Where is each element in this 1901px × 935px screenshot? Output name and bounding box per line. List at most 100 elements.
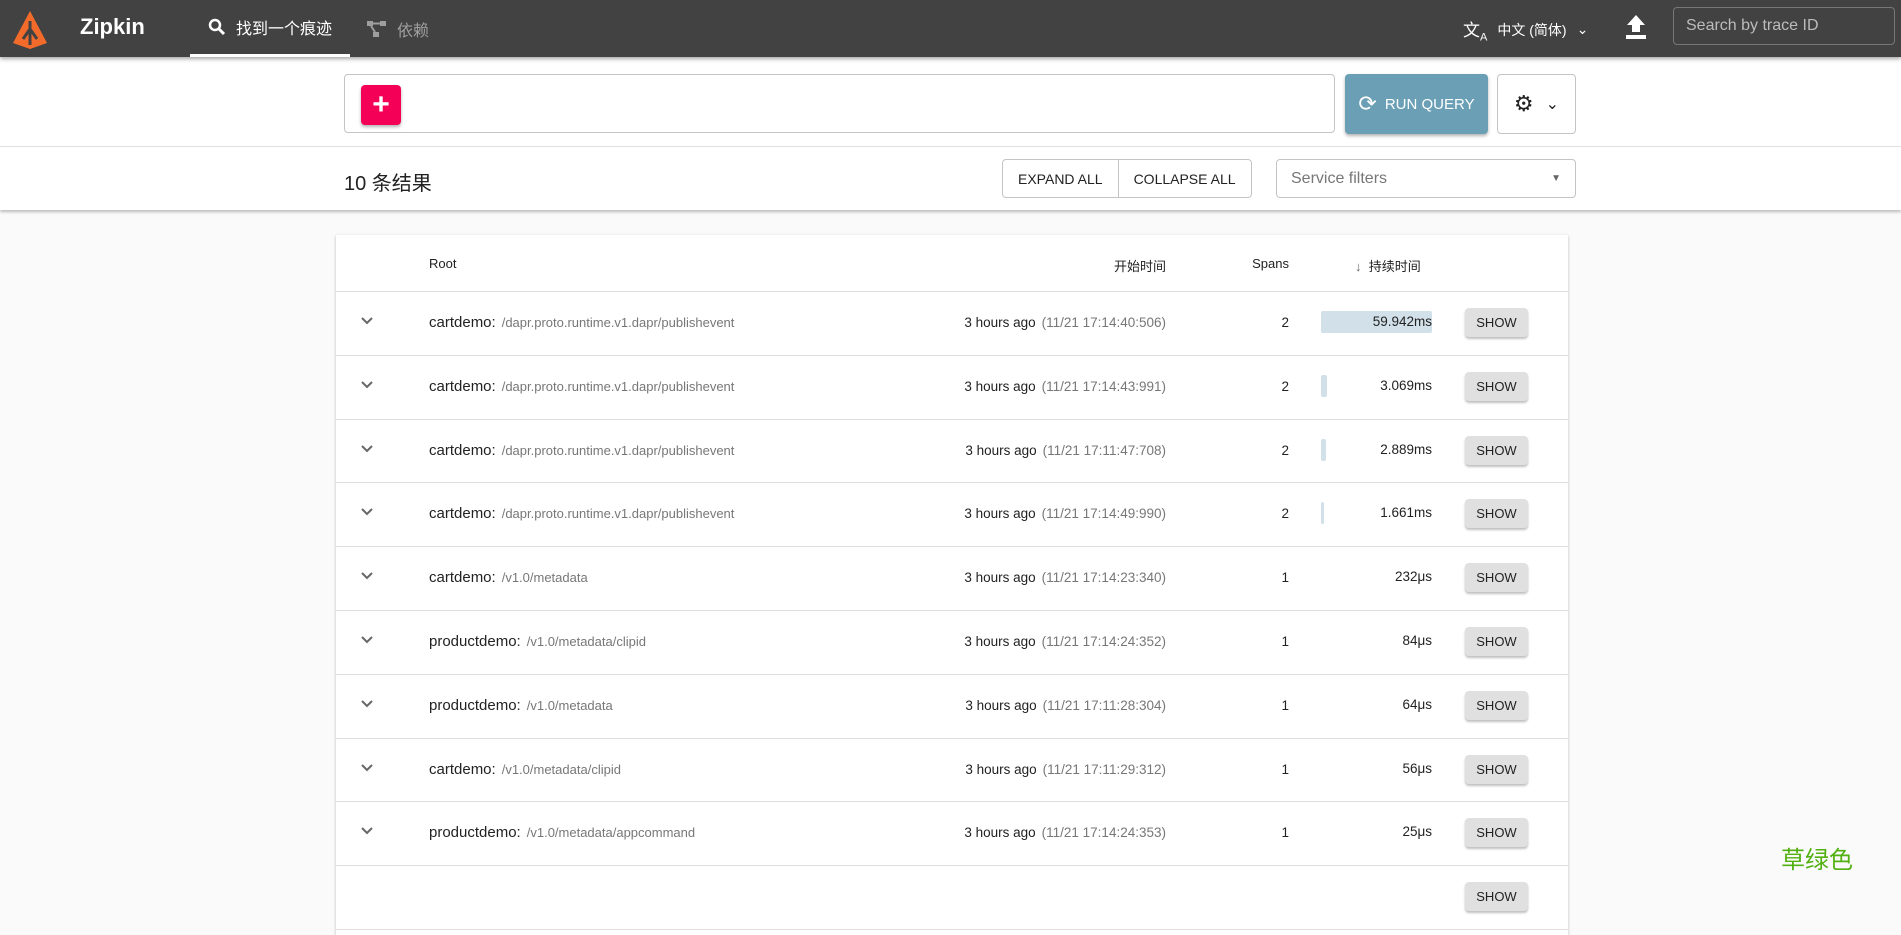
overlay-text: 草绿色: [1781, 847, 1853, 874]
table-row[interactable]: productdemo: /v1.0/metadata/appcommand 3 …: [336, 802, 1568, 867]
tab-find-trace[interactable]: 找到一个痕迹: [190, 0, 350, 57]
query-criteria-input[interactable]: +: [344, 74, 1335, 133]
show-button[interactable]: SHOW: [1465, 818, 1528, 848]
timestamp: (11/21 17:14:40:506): [1041, 315, 1166, 330]
duration-bar: [1321, 438, 1327, 461]
show-button[interactable]: SHOW: [1465, 626, 1528, 656]
table-row[interactable]: SHOW: [336, 866, 1568, 930]
span-count: 2: [1281, 442, 1289, 458]
start-time: 3 hours ago (11/21 17:14:40:506): [964, 315, 1166, 330]
brand-name[interactable]: Zipkin: [80, 14, 145, 40]
duration-value: 56μs: [1402, 760, 1432, 776]
timestamp: (11/21 17:11:47:708): [1042, 442, 1166, 458]
run-query-button[interactable]: ⟳ RUN QUERY: [1345, 74, 1488, 134]
duration-cell: 232μs: [1321, 566, 1432, 588]
duration-value: 59.942ms: [1372, 314, 1432, 329]
span-path: /v1.0/metadata: [501, 570, 588, 586]
root-span: cartdemo: /dapr.proto.runtime.v1.dapr/pub…: [429, 378, 734, 395]
trace-id-search-input[interactable]: [1673, 7, 1895, 45]
expand-chevron-icon[interactable]: [360, 824, 374, 838]
root-span: cartdemo: /dapr.proto.runtime.v1.dapr/pub…: [429, 314, 734, 331]
language-label: 中文 (简体): [1497, 21, 1567, 38]
show-button[interactable]: SHOW: [1465, 435, 1528, 465]
span-path: /v1.0/metadata/clipid: [526, 633, 646, 649]
duration-cell: 64μs: [1321, 694, 1432, 716]
tab-dependencies[interactable]: 依赖: [367, 0, 429, 57]
table-row[interactable]: productdemo: /v1.0/metadata/clipid 3 hour…: [336, 611, 1568, 675]
language-selector[interactable]: 文A 中文 (简体) ⌄: [1463, 16, 1588, 43]
table-row[interactable]: cartdemo: /v1.0/metadata 3 hours ago (11/2…: [336, 547, 1568, 611]
expand-chevron-icon[interactable]: [360, 314, 374, 328]
span-count: 1: [1281, 825, 1289, 841]
show-button[interactable]: SHOW: [1465, 754, 1528, 784]
settings-button[interactable]: ⚙ ⌄: [1497, 74, 1576, 134]
zipkin-logo-icon[interactable]: [10, 9, 50, 49]
span-count: 1: [1281, 761, 1289, 777]
service-name: productdemo:: [429, 632, 521, 650]
show-button[interactable]: SHOW: [1465, 690, 1528, 720]
expand-chevron-icon[interactable]: [360, 378, 374, 392]
service-name: productdemo:: [429, 824, 521, 842]
timestamp: (11/21 17:14:43:991): [1041, 378, 1166, 394]
gear-icon: ⚙: [1513, 91, 1534, 116]
duration-cell: 2.889ms: [1321, 438, 1432, 461]
duration-value: 232μs: [1394, 569, 1432, 585]
divider: [0, 146, 1901, 147]
table-row[interactable]: cartdemo: /dapr.proto.runtime.v1.dapr/pub…: [336, 356, 1568, 420]
root-span: productdemo: /v1.0/metadata/appcommand: [429, 824, 695, 841]
relative-time: 3 hours ago: [964, 570, 1036, 586]
span-count: 1: [1281, 570, 1289, 586]
expand-chevron-icon[interactable]: [360, 569, 374, 583]
span-path: /v1.0/metadata/appcommand: [526, 825, 696, 841]
show-button[interactable]: SHOW: [1465, 371, 1528, 401]
root-span: cartdemo: /dapr.proto.runtime.v1.dapr/pub…: [429, 442, 734, 459]
duration-bar: [1321, 502, 1325, 525]
show-button[interactable]: SHOW: [1465, 882, 1528, 912]
timestamp: (11/21 17:11:28:304): [1042, 697, 1166, 713]
service-name: cartdemo:: [429, 760, 496, 778]
refresh-icon: ⟳: [1358, 91, 1377, 116]
tab-label: 找到一个痕迹: [235, 21, 332, 38]
relative-time: 3 hours ago: [964, 825, 1036, 841]
table-row[interactable]: cartdemo: /dapr.proto.runtime.v1.dapr/pub…: [336, 483, 1568, 548]
timestamp: (11/21 17:11:29:312): [1042, 761, 1166, 777]
duration-value: 84μs: [1402, 632, 1432, 648]
column-start-time[interactable]: 开始时间: [1114, 256, 1166, 275]
column-spans[interactable]: Spans: [1252, 256, 1289, 271]
column-root[interactable]: Root: [429, 256, 456, 271]
column-duration[interactable]: ↓ 持续时间: [1355, 256, 1421, 275]
expand-chevron-icon[interactable]: [360, 442, 374, 456]
service-name: cartdemo:: [429, 569, 496, 587]
duration-value: 3.069ms: [1380, 377, 1432, 393]
service-filters-placeholder: Service filters: [1291, 169, 1388, 187]
table-row[interactable]: cartdemo: /dapr.proto.runtime.v1.dapr/pub…: [336, 292, 1568, 356]
expand-chevron-icon[interactable]: [360, 505, 374, 519]
show-button[interactable]: SHOW: [1465, 563, 1528, 593]
collapse-all-button[interactable]: COLLAPSE ALL: [1117, 160, 1251, 197]
table-row[interactable]: cartdemo: /v1.0/metadata/clipid 3 hours a…: [336, 739, 1568, 803]
search-icon: [208, 18, 226, 36]
relative-time: 3 hours ago: [964, 506, 1036, 522]
span-count: 2: [1281, 315, 1289, 330]
timestamp: (11/21 17:14:24:353): [1041, 825, 1166, 841]
span-count: 2: [1281, 506, 1289, 522]
add-criteria-button[interactable]: +: [361, 85, 401, 125]
show-button[interactable]: SHOW: [1465, 499, 1528, 529]
timestamp: (11/21 17:14:23:340): [1041, 570, 1166, 586]
service-filters-select[interactable]: Service filters ▼: [1276, 159, 1576, 198]
duration-value: 1.661ms: [1380, 505, 1432, 521]
expand-chevron-icon[interactable]: [360, 633, 374, 647]
show-button[interactable]: SHOW: [1465, 308, 1528, 337]
table-row[interactable]: productdemo: /v1.0/metadata 3 hours ago (1…: [336, 675, 1568, 739]
root-span: cartdemo: /v1.0/metadata/clipid: [429, 761, 621, 778]
table-row[interactable]: cartdemo: /dapr.proto.runtime.v1.dapr/pub…: [336, 420, 1568, 484]
duration-bar: [1321, 374, 1327, 397]
expand-all-button[interactable]: EXPAND ALL: [1003, 160, 1118, 197]
relative-time: 3 hours ago: [964, 633, 1036, 649]
expand-chevron-icon[interactable]: [360, 761, 374, 775]
upload-icon[interactable]: [1625, 14, 1647, 40]
expand-chevron-icon[interactable]: [360, 697, 374, 711]
root-span: productdemo: /v1.0/metadata: [429, 697, 613, 714]
span-path: /dapr.proto.runtime.v1.dapr/publishevent: [501, 442, 735, 458]
root-span: productdemo: /v1.0/metadata/clipid: [429, 633, 646, 650]
